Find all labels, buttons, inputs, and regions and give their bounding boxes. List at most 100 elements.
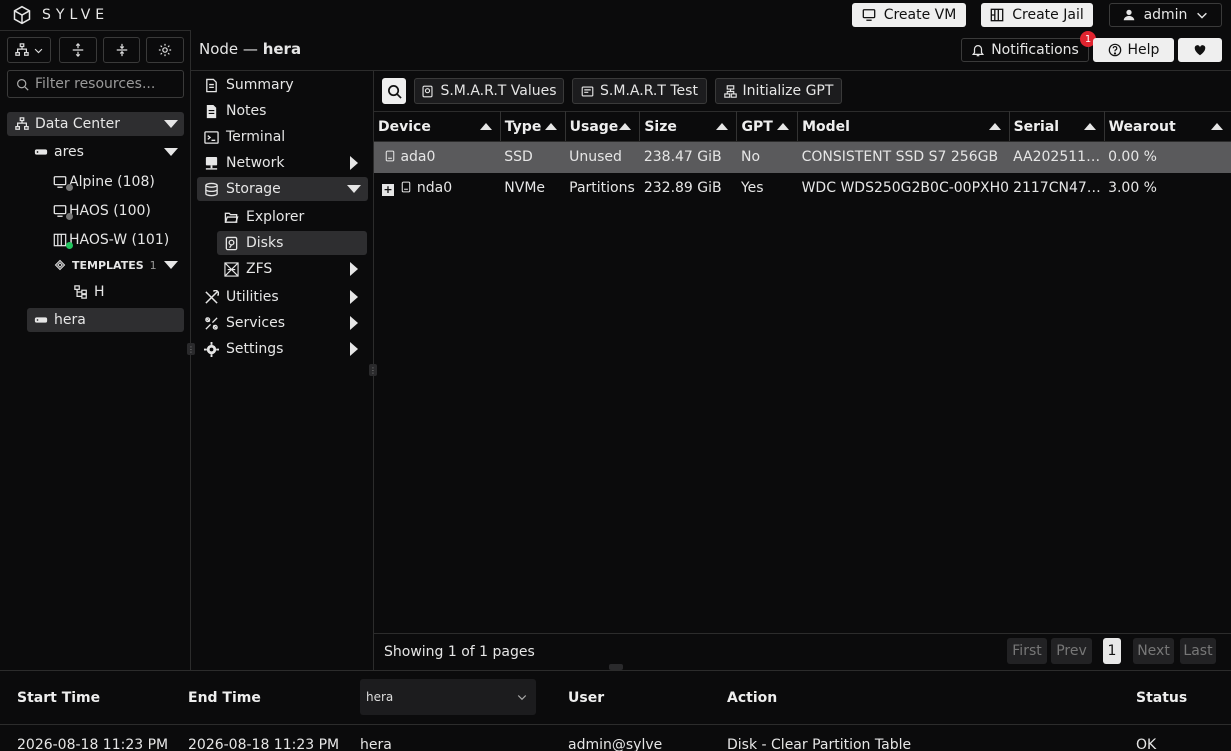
nav-label: Terminal: [226, 129, 286, 145]
last-page-button[interactable]: Last: [1180, 638, 1216, 664]
nav-explorer[interactable]: Explorer: [224, 205, 304, 229]
help-button[interactable]: Help: [1093, 38, 1174, 62]
col-end-time[interactable]: End Time: [188, 690, 261, 706]
resource-sidebar: Filter resources... Data Center ares Alp…: [0, 30, 191, 670]
tree-item-node-ares[interactable]: ares: [34, 140, 184, 164]
column-header-device[interactable]: Device: [374, 111, 501, 142]
tree-label: HAOS-W (101): [69, 232, 170, 248]
create-vm-label: Create VM: [883, 7, 957, 23]
sort-asc-icon: [479, 123, 492, 130]
caret-down-icon[interactable]: [164, 261, 178, 269]
caret-right-icon: [350, 342, 358, 356]
first-page-button[interactable]: First: [1007, 638, 1047, 664]
header-label: Type: [504, 118, 542, 135]
cell-type: SSD: [500, 141, 566, 173]
column-header-model[interactable]: Model: [797, 111, 1010, 142]
expand-all-button[interactable]: [59, 37, 97, 63]
prev-page-button[interactable]: Prev: [1051, 638, 1092, 664]
sitemap-icon: [15, 117, 29, 130]
audit-row-divider: [0, 724, 1231, 725]
initialize-gpt-button[interactable]: Initialize GPT: [715, 78, 842, 104]
nav-terminal[interactable]: Terminal: [204, 125, 285, 149]
cell-model: WDC WDS250G2B0C-00PXH0: [801, 180, 1010, 196]
hard-drive-icon: [225, 236, 238, 250]
table-row[interactable]: ada0 SSD Unused 238.47 GiB No CONSISTENT…: [374, 141, 1231, 173]
bell-icon: [972, 45, 985, 57]
smart-test-button[interactable]: S.M.A.R.T Test: [572, 78, 707, 104]
nav-summary[interactable]: Summary: [204, 73, 294, 97]
expand-row-icon[interactable]: +: [382, 184, 394, 196]
node-filter-select[interactable]: hera: [360, 679, 536, 715]
tree-item-vm-haos[interactable]: HAOS (100): [53, 199, 151, 223]
chevron-down-icon: [517, 695, 527, 701]
nav-network[interactable]: Network: [204, 151, 369, 175]
caret-down-icon: [347, 185, 361, 193]
nav-label: Services: [226, 315, 286, 331]
notifications-label: Notifications: [991, 42, 1079, 58]
nav-settings[interactable]: Settings: [204, 337, 369, 361]
col-status[interactable]: Status: [1136, 690, 1187, 706]
tree-item-node-hera[interactable]: hera: [27, 308, 184, 332]
nav-label: Network: [226, 155, 285, 171]
cell-type: NVMe: [504, 180, 546, 196]
notifications-button[interactable]: Notifications: [961, 38, 1089, 62]
tree-item-vm-alpine[interactable]: Alpine (108): [53, 170, 155, 194]
col-user[interactable]: User: [568, 690, 604, 706]
header-label: Usage: [569, 118, 619, 135]
device-name: nda0: [416, 180, 453, 196]
sidebar-settings-button[interactable]: [146, 37, 184, 63]
nav-disks[interactable]: Disks: [217, 231, 367, 255]
nav-notes[interactable]: Notes: [204, 99, 266, 123]
nav-services[interactable]: Services: [204, 311, 369, 335]
tree-item-templates[interactable]: TEMPLATES 1: [54, 253, 184, 277]
header-label: Serial: [1013, 118, 1060, 135]
nav-storage[interactable]: Storage: [197, 177, 368, 201]
donate-button[interactable]: [1178, 38, 1222, 62]
nav-zfs[interactable]: ZFS: [224, 257, 364, 281]
caret-down-icon[interactable]: [164, 120, 178, 128]
nav-label: Utilities: [226, 289, 279, 305]
search-button[interactable]: [382, 78, 406, 104]
audit-node: hera: [360, 737, 392, 751]
column-header-type[interactable]: Type: [500, 111, 566, 142]
caret-down-icon[interactable]: [164, 148, 178, 156]
title-prefix: Node —: [199, 40, 258, 58]
nav-utilities[interactable]: Utilities: [204, 285, 369, 309]
create-vm-button[interactable]: Create VM: [852, 3, 966, 27]
column-header-serial[interactable]: Serial: [1009, 111, 1105, 142]
status-running-dot: [66, 242, 73, 249]
sort-asc-icon: [619, 123, 632, 130]
init-gpt-label: Initialize GPT: [742, 83, 834, 99]
brand-logo[interactable]: SYLVE: [12, 5, 109, 25]
cell-gpt: Yes: [740, 180, 764, 196]
collapse-all-button[interactable]: [103, 37, 140, 63]
column-header-size[interactable]: Size: [639, 111, 738, 142]
create-jail-button[interactable]: Create Jail: [981, 3, 1093, 27]
templates-count: 1: [149, 258, 157, 272]
app-root: SYLVE Create VM Create Jail admin Filter…: [0, 0, 1231, 751]
smart-values-button[interactable]: S.M.A.R.T Values: [414, 78, 564, 104]
user-menu-button[interactable]: admin: [1109, 3, 1222, 27]
nav-label: Disks: [246, 235, 284, 251]
column-header-usage[interactable]: Usage: [565, 111, 641, 142]
next-page-button[interactable]: Next: [1133, 638, 1174, 664]
column-header-wearout[interactable]: Wearout: [1104, 111, 1231, 142]
database-icon: [205, 182, 218, 196]
hard-drive-icon: [385, 150, 395, 162]
col-start-time[interactable]: Start Time: [17, 690, 100, 706]
col-action[interactable]: Action: [727, 690, 777, 706]
tree-item-jail-haosw[interactable]: HAOS-W (101): [53, 228, 169, 252]
sort-asc-icon: [1211, 123, 1223, 130]
tree-item-template-h[interactable]: H: [74, 280, 105, 304]
server-icon: [34, 317, 48, 323]
expand-icon: [72, 43, 84, 57]
view-select-button[interactable]: [7, 37, 51, 63]
audit-end-time: 2026-08-18 11:23 PM: [188, 737, 340, 751]
table-row[interactable]: + nda0 NVMe Partitions 232.89 GiB Yes WD…: [374, 173, 1231, 204]
tree-item-datacenter[interactable]: Data Center: [7, 112, 184, 136]
filter-resources-input[interactable]: Filter resources...: [7, 70, 184, 98]
column-header-gpt[interactable]: GPT: [736, 111, 799, 142]
tree-label: Alpine (108): [69, 174, 155, 190]
test-icon: [581, 85, 594, 97]
current-page-button[interactable]: 1: [1103, 638, 1121, 664]
